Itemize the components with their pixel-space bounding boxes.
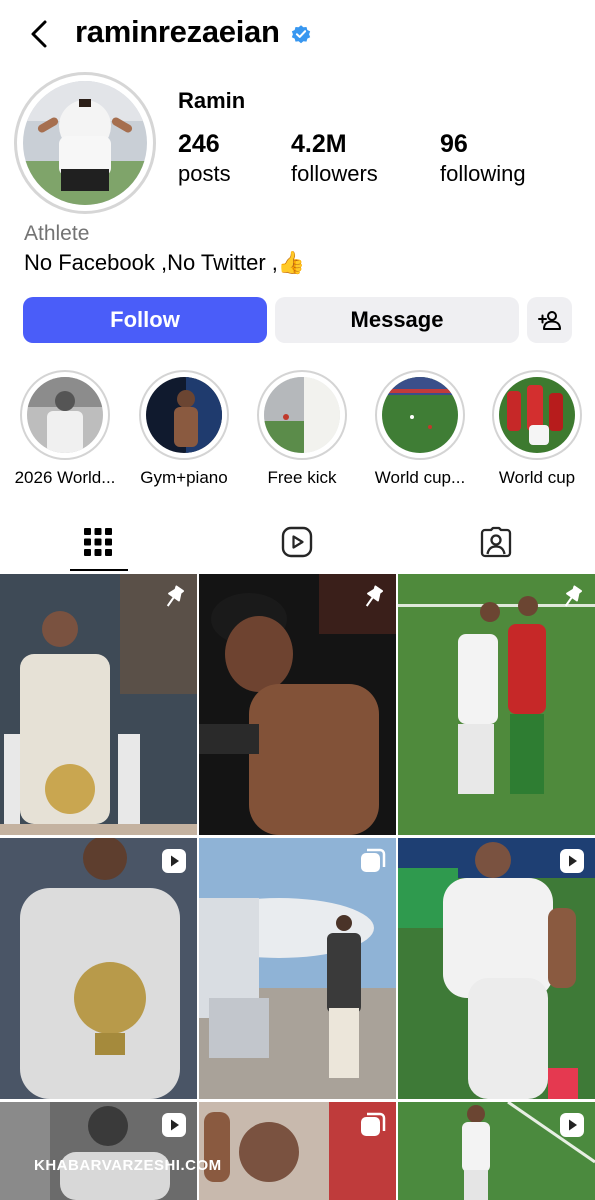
message-button[interactable]: Message [275,297,519,343]
profile-bio: No Facebook ,No Twitter ,👍 [24,250,306,275]
story-highlight[interactable]: Gym+piano [124,370,244,488]
pin-icon [365,585,384,607]
posts-stat[interactable]: 246 posts [178,128,231,188]
reel-icon [560,849,584,873]
back-button[interactable] [24,18,56,50]
highlight-label: 2026 World... [14,468,116,487]
top-bar: raminrezaeian [0,0,595,70]
post-thumbnail[interactable] [0,1102,197,1200]
highlight-ring [139,370,229,460]
highlight-label: Gym+piano [140,468,228,487]
followers-label: followers [291,161,378,186]
following-count: 96 [440,130,468,158]
posts-label: posts [178,161,231,186]
story-highlight[interactable]: Free kick [242,370,362,488]
add-person-icon [537,311,561,330]
story-highlight[interactable]: World cup [477,370,595,488]
story-highlight[interactable]: 2026 World... [5,370,125,488]
highlight-label: Free kick [267,468,337,487]
reel-icon [162,1113,186,1137]
profile-category: Athlete [24,222,90,245]
verified-badge-icon [291,25,311,44]
post-thumbnail[interactable] [199,1102,396,1200]
carousel-icon [361,1112,386,1136]
post-thumbnail[interactable] [398,838,595,1099]
following-label: following [440,161,526,186]
tab-tagged[interactable] [446,512,546,572]
posts-count: 246 [178,130,220,158]
suggested-accounts-button[interactable] [527,297,572,343]
post-thumbnail[interactable] [398,574,595,835]
reels-icon [281,526,313,558]
follow-button[interactable]: Follow [23,297,267,343]
highlight-ring [492,370,582,460]
highlight-ring [20,370,110,460]
tagged-icon [480,526,512,558]
reel-icon [162,849,186,873]
profile-display-name: Ramin [178,88,246,113]
post-thumbnail[interactable] [398,1102,595,1200]
watermark: KHABARVARZESHI.COM [34,1157,222,1174]
highlight-label: World cup [498,468,576,487]
carousel-icon [361,848,386,872]
pin-icon [564,585,583,607]
post-thumbnail[interactable] [199,574,396,835]
grid-icon [84,528,112,556]
following-stat[interactable]: 96 following [440,128,526,188]
highlight-ring [375,370,465,460]
highlight-ring [257,370,347,460]
followers-stat[interactable]: 4.2M followers [291,128,378,188]
post-thumbnail[interactable] [199,838,396,1099]
pin-icon [166,585,185,607]
profile-tabs [0,512,595,572]
highlight-cover [27,377,103,453]
highlight-cover [146,377,222,453]
highlight-cover [382,377,458,453]
profile-avatar[interactable] [14,72,156,214]
reel-icon [560,1113,584,1137]
post-thumbnail[interactable] [0,574,197,835]
tab-posts[interactable] [48,512,148,572]
tab-reels[interactable] [247,512,347,572]
story-highlight[interactable]: World cup... [360,370,480,488]
followers-count: 4.2M [291,130,347,158]
avatar-image [23,81,147,205]
highlight-label: World cup... [374,468,466,487]
chevron-left-icon [31,20,47,48]
highlight-cover [499,377,575,453]
highlight-cover [264,377,340,453]
post-thumbnail[interactable] [0,838,197,1099]
profile-username: raminrezaeian [75,14,280,49]
active-tab-indicator [70,569,128,571]
